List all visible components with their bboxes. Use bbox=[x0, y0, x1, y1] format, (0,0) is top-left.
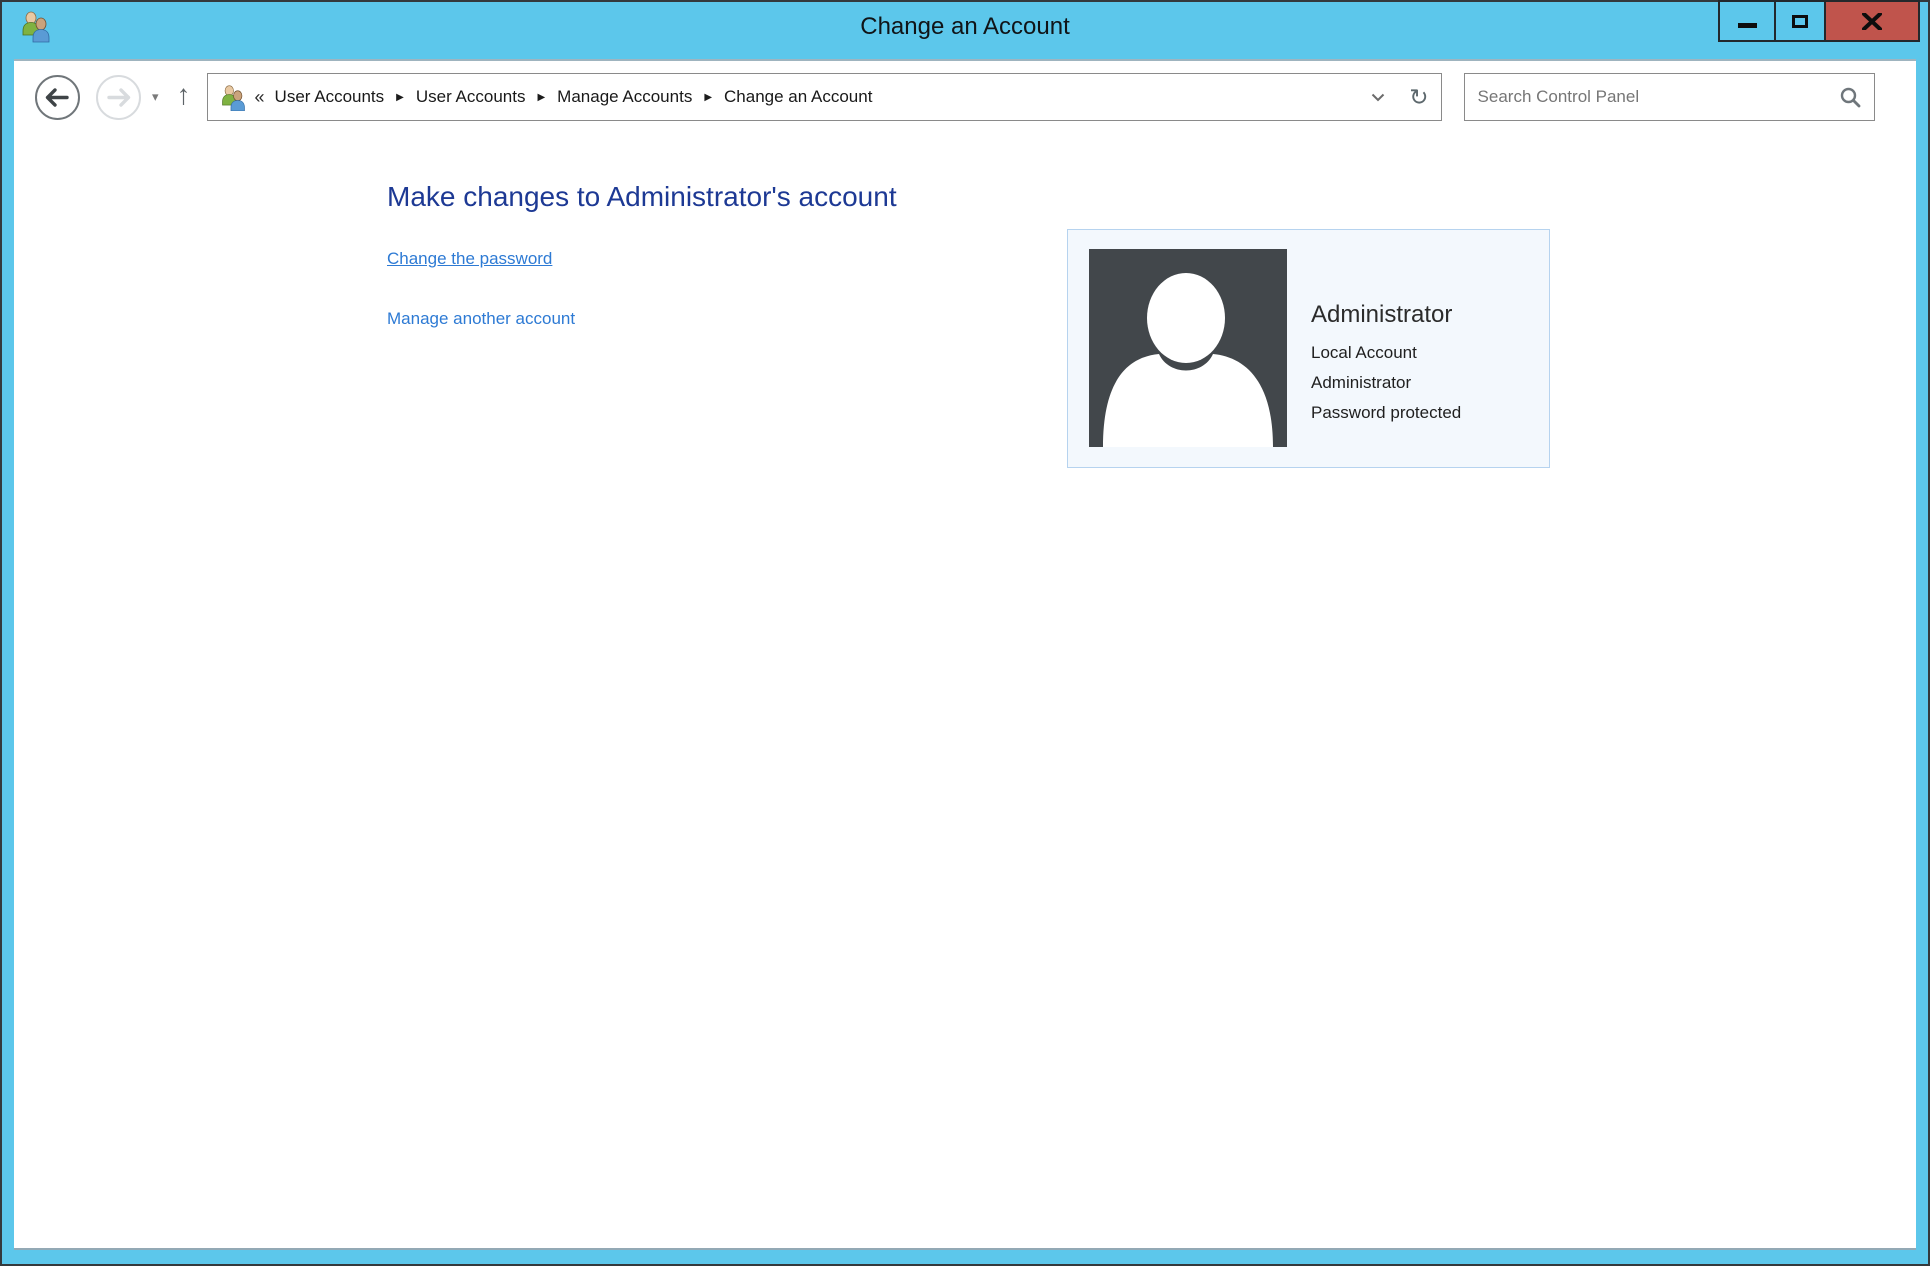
account-password-detail: Password protected bbox=[1311, 398, 1461, 428]
breadcrumb-location-icon bbox=[220, 84, 247, 111]
address-bar[interactable]: « User Accounts ▶ User Accounts ▶ Manage… bbox=[207, 73, 1442, 121]
minimize-icon bbox=[1738, 23, 1757, 28]
account-role-detail: Administrator bbox=[1311, 368, 1461, 398]
user-account-tile[interactable]: Administrator Local Account Administrato… bbox=[1067, 229, 1550, 468]
breadcrumb-separator-icon[interactable]: ▶ bbox=[537, 92, 545, 103]
search-input[interactable] bbox=[1478, 87, 1840, 107]
breadcrumb-item-manage-accounts[interactable]: Manage Accounts bbox=[557, 87, 692, 107]
back-button[interactable] bbox=[34, 74, 81, 121]
account-name: Administrator bbox=[1311, 301, 1461, 329]
avatar bbox=[1089, 249, 1287, 447]
titlebar: Change an Account bbox=[2, 2, 1928, 59]
breadcrumb-item-user-accounts-1[interactable]: User Accounts bbox=[275, 87, 385, 107]
page-body: Make changes to Administrator's account … bbox=[14, 133, 1916, 329]
breadcrumb-overflow-chevron[interactable]: « bbox=[255, 87, 265, 108]
recent-pages-chevron-icon[interactable]: ▾ bbox=[152, 89, 159, 105]
window: Change an Account bbox=[0, 0, 1930, 1266]
content-area: ▾ ↑ « User Accounts ▶ User Accounts ▶ Ma… bbox=[14, 59, 1916, 1250]
breadcrumb-separator-icon[interactable]: ▶ bbox=[396, 92, 404, 103]
close-icon bbox=[1862, 13, 1882, 30]
account-type-detail: Local Account bbox=[1311, 338, 1461, 368]
up-button[interactable]: ↑ bbox=[177, 79, 191, 111]
page-title: Make changes to Administrator's account bbox=[387, 181, 1916, 213]
minimize-button[interactable] bbox=[1718, 0, 1776, 42]
change-password-link[interactable]: Change the password bbox=[387, 249, 552, 269]
maximize-button[interactable] bbox=[1776, 0, 1826, 42]
manage-another-account-link[interactable]: Manage another account bbox=[387, 309, 575, 329]
refresh-icon[interactable]: ↻ bbox=[1409, 86, 1428, 109]
user-silhouette-icon bbox=[1089, 249, 1287, 447]
close-button[interactable] bbox=[1826, 0, 1920, 42]
breadcrumb-item-user-accounts-2[interactable]: User Accounts bbox=[416, 87, 526, 107]
window-controls bbox=[1718, 0, 1920, 42]
breadcrumb-separator-icon[interactable]: ▶ bbox=[704, 92, 712, 103]
breadcrumb-item-change-an-account[interactable]: Change an Account bbox=[724, 87, 872, 107]
search-icon[interactable] bbox=[1840, 87, 1861, 108]
window-title: Change an Account bbox=[2, 2, 1928, 52]
navigation-bar: ▾ ↑ « User Accounts ▶ User Accounts ▶ Ma… bbox=[14, 61, 1916, 133]
forward-button[interactable] bbox=[95, 74, 142, 121]
address-dropdown-chevron-icon[interactable] bbox=[1371, 93, 1385, 102]
account-info: Administrator Local Account Administrato… bbox=[1311, 249, 1461, 467]
maximize-icon bbox=[1792, 15, 1808, 28]
search-box[interactable] bbox=[1464, 73, 1875, 121]
